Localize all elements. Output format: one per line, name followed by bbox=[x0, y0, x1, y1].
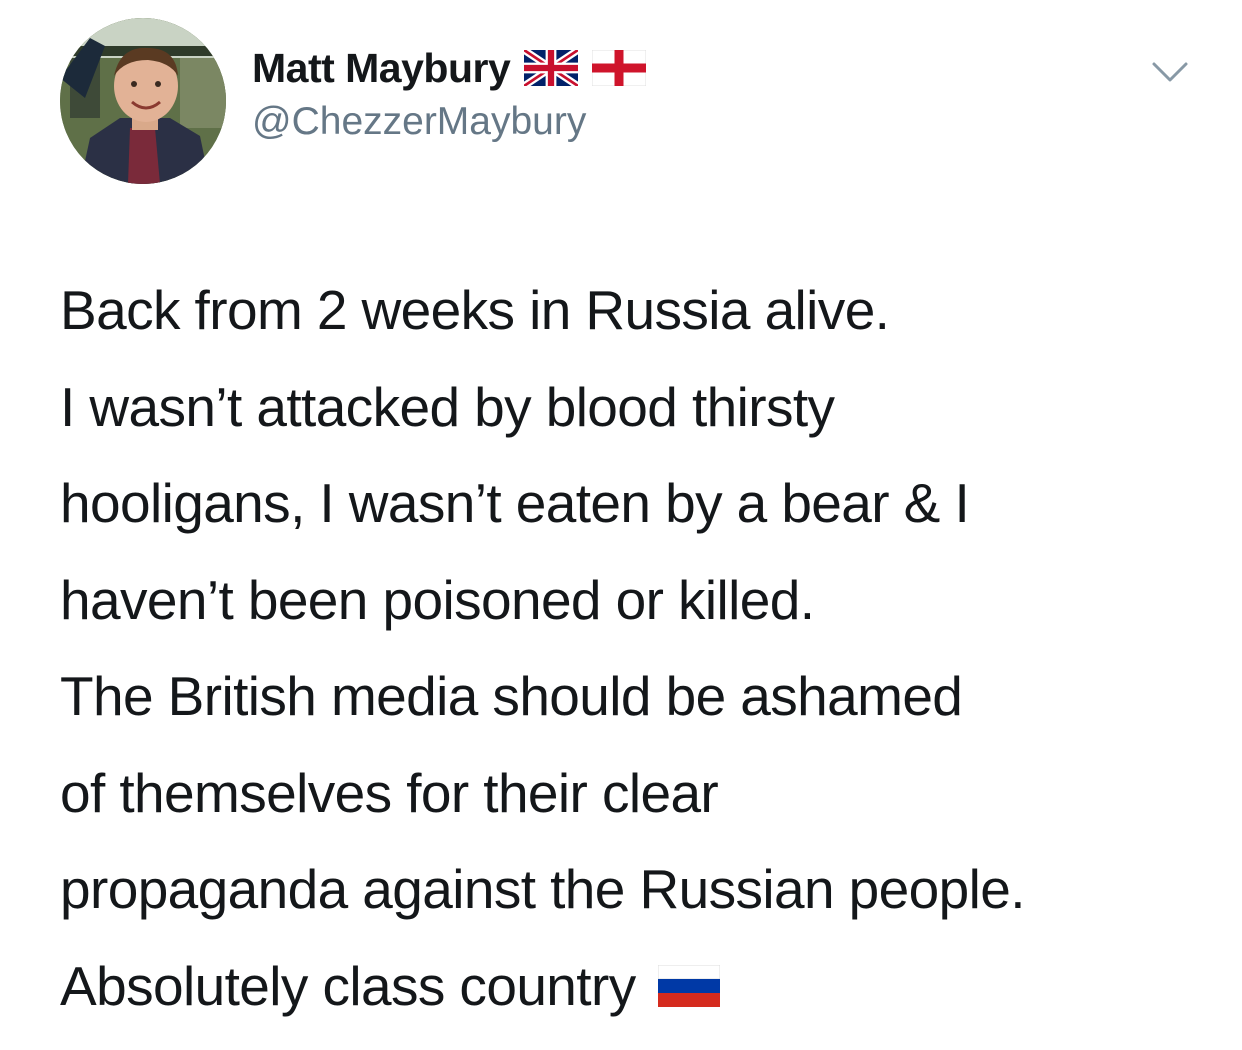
uk-flag-icon bbox=[524, 50, 579, 86]
tweet-card: Matt Maybury @ChezzerMaybury Back from 2… bbox=[0, 0, 1242, 1050]
author-handle[interactable]: @ChezzerMaybury bbox=[252, 100, 586, 144]
display-name[interactable]: Matt Maybury bbox=[252, 45, 511, 92]
tweet-line: hooligans, I wasn’t eaten by a bear & I bbox=[60, 472, 970, 534]
tweet-line: haven’t been poisoned or killed. bbox=[60, 568, 815, 631]
avatar[interactable] bbox=[60, 18, 226, 184]
author-name-row: Matt Maybury bbox=[252, 40, 647, 96]
chevron-down-icon[interactable] bbox=[1150, 58, 1190, 86]
england-flag-icon bbox=[592, 50, 647, 86]
russia-flag-icon bbox=[657, 964, 720, 1007]
tweet-line: Absolutely class country bbox=[60, 954, 636, 1017]
tweet-last-line: Absolutely class country bbox=[60, 938, 1210, 1035]
tweet-text: Back from 2 weeks in Russia alive. I was… bbox=[60, 262, 1210, 1034]
tweet-line: I wasn’t attacked by blood thirsty bbox=[60, 375, 835, 438]
tweet-line: propaganda against the Russian people. bbox=[60, 858, 1026, 920]
tweet-line: Back from 2 weeks in Russia alive. bbox=[60, 279, 890, 341]
tweet-line: The British media should be ashamed bbox=[60, 665, 963, 727]
tweet-line: of themselves for their clear bbox=[60, 761, 719, 824]
